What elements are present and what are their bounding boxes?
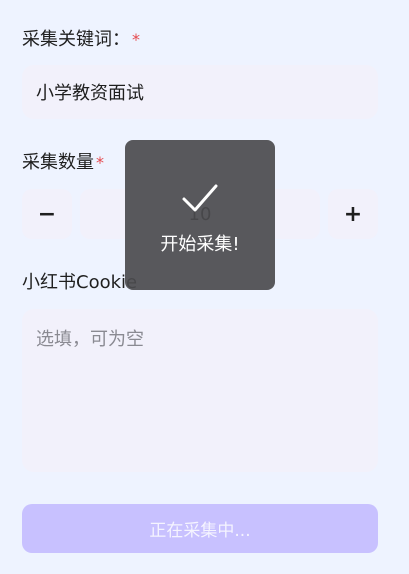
checkmark-icon	[182, 184, 218, 212]
increment-button[interactable]: +	[328, 189, 378, 239]
keyword-input[interactable]: 小学教资面试	[22, 65, 378, 119]
required-mark: *	[96, 153, 104, 172]
cookie-placeholder: 选填，可为空	[36, 329, 144, 350]
cookie-label: 小红书Cookie	[22, 272, 138, 293]
start-collect-button[interactable]: 正在采集中...	[22, 504, 378, 553]
decrement-button[interactable]: −	[22, 189, 72, 239]
plus-icon: +	[343, 201, 363, 227]
success-toast: 开始采集!	[125, 140, 275, 290]
minus-icon: −	[37, 201, 57, 227]
count-label: 采集数量 *	[22, 151, 104, 175]
keyword-label-text: 采集关键词：	[22, 29, 130, 50]
count-label-text: 采集数量	[22, 152, 94, 173]
keyword-input-value: 小学教资面试	[36, 83, 144, 104]
required-mark: *	[132, 30, 140, 49]
cookie-textarea[interactable]: 选填，可为空	[22, 309, 378, 472]
toast-message: 开始采集!	[160, 234, 240, 255]
keyword-label: 采集关键词： *	[22, 28, 140, 52]
submit-label: 正在采集中...	[149, 521, 251, 541]
